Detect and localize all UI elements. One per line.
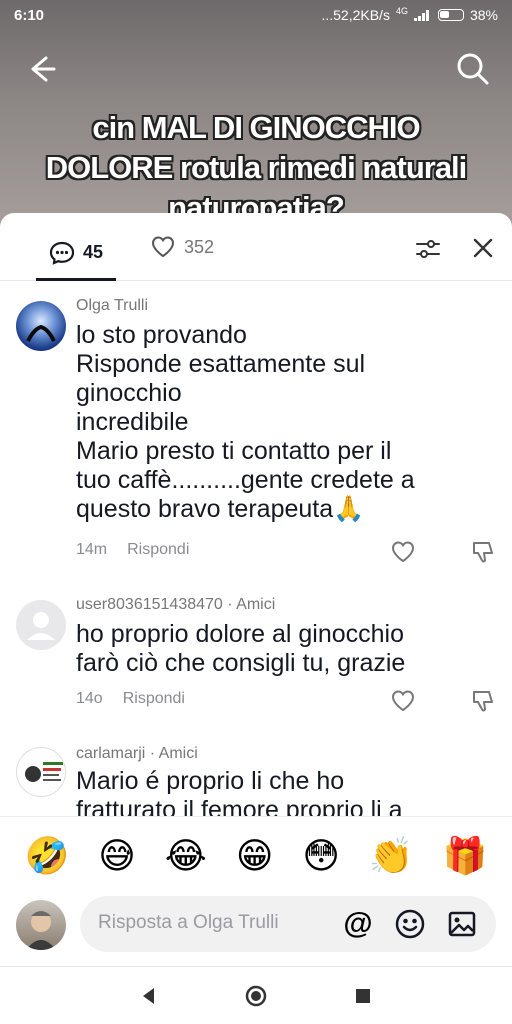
comment-line: tuo caffè..........gente credete a: [76, 466, 415, 494]
image-icon[interactable]: [446, 908, 478, 940]
tab-comments[interactable]: 45: [36, 227, 116, 281]
battery-icon: [437, 9, 464, 21]
comment-line: questo bravo terapeuta🙏: [76, 495, 365, 523]
search-icon[interactable]: [454, 50, 492, 88]
my-avatar: [16, 900, 66, 950]
avatar[interactable]: [16, 747, 66, 797]
like-heart-icon[interactable]: [390, 688, 416, 714]
heart-icon: [151, 236, 175, 258]
mention-button[interactable]: @: [342, 908, 374, 940]
tab-likes[interactable]: 352: [150, 227, 230, 267]
network-speed: ...52,2KB/s: [321, 7, 390, 23]
emoji-sweat-smile-button[interactable]: 😅: [98, 836, 136, 877]
comment-line: ho proprio dolore al ginocchio: [76, 620, 404, 648]
status-icons: ...52,2KB/s 4G 38%: [321, 6, 498, 23]
close-icon[interactable]: [470, 235, 496, 261]
comment-line: fratturato il femore proprio li a: [76, 796, 403, 816]
like-heart-icon[interactable]: [390, 539, 416, 565]
comment-time: 14o: [76, 690, 103, 707]
comment-text: ho proprio dolore al ginocchio farò ciò …: [76, 620, 496, 678]
comments-count: 45: [82, 242, 104, 262]
emoji-clap-button[interactable]: 👏: [369, 836, 414, 877]
comment-time: 14m: [76, 541, 108, 558]
nav-home-icon[interactable]: [243, 983, 269, 1009]
network-type: 4G: [395, 6, 408, 16]
emoji-rofl-button[interactable]: 🤣: [24, 836, 69, 877]
comment-text: Mario é proprio li che ho fratturato il …: [76, 767, 496, 816]
reply-bar: Risposta a Olga Trulli @: [0, 896, 512, 966]
status-time: 6:10: [14, 6, 45, 24]
comment-line: Mario é proprio li che ho: [76, 767, 345, 795]
emoji-bar: 🤣 😅 😂 😁 😳 👏 🎁: [0, 816, 512, 896]
nav-recents-icon[interactable]: [350, 983, 376, 1009]
emoji-icon[interactable]: [394, 908, 426, 940]
dislike-icon[interactable]: [470, 688, 496, 714]
reply-button[interactable]: Rispondi: [127, 541, 189, 559]
reply-input[interactable]: Risposta a Olga Trulli @: [80, 896, 496, 952]
avatar[interactable]: [16, 600, 66, 650]
filter-icon[interactable]: [414, 235, 442, 263]
battery-level: 38%: [469, 7, 498, 23]
emoji-gift-button[interactable]: 🎁: [443, 836, 488, 877]
reply-button[interactable]: Rispondi: [123, 690, 185, 708]
comment-meta: 14o Rispondi: [76, 690, 185, 708]
comment-line: incredibile: [76, 408, 189, 436]
comment-line: farò ciò che consigli tu, grazie: [76, 649, 406, 677]
emoji-joy-button[interactable]: 😂: [165, 836, 207, 877]
comment-line: Mario presto ti contatto per il: [76, 437, 392, 465]
comment-text: lo sto provando Risponde esattamente sul…: [76, 321, 496, 524]
status-bar: 6:10 ...52,2KB/s 4G 38%: [0, 0, 512, 30]
reply-placeholder: Risposta a Olga Trulli: [98, 912, 279, 933]
comment-line: Risponde esattamente sul: [76, 350, 366, 378]
comment-meta: 14m Rispondi: [76, 541, 189, 559]
comment-item: carlamarji · Amici Mario é proprio li ch…: [0, 745, 512, 816]
avatar[interactable]: [16, 301, 66, 351]
dislike-icon[interactable]: [470, 539, 496, 565]
system-nav-bar: [0, 966, 512, 1024]
comment-username[interactable]: user8036151438470 · Amici: [76, 596, 275, 614]
comment-tabs: 45 352: [0, 213, 512, 281]
comment-line: lo sto provando: [76, 321, 247, 349]
signal-icon: [413, 9, 432, 21]
comment-bubble-icon: [49, 241, 75, 265]
emoji-grin-button[interactable]: 😁: [236, 836, 274, 877]
comment-username[interactable]: Olga Trulli: [76, 297, 148, 315]
likes-count: 352: [184, 236, 215, 257]
emoji-flushed-button[interactable]: 😳: [302, 836, 340, 877]
screen: 6:10 ...52,2KB/s 4G 38% cin MAL DI GINOC…: [0, 0, 512, 1024]
nav-back-icon[interactable]: [136, 983, 162, 1009]
back-arrow-icon[interactable]: [24, 52, 58, 86]
comment-line: ginocchio: [76, 379, 182, 407]
video-caption: cin MAL DI GINOCCHIO DOLORE rotula rimed…: [45, 110, 468, 225]
comment-username[interactable]: carlamarji · Amici: [76, 745, 198, 763]
